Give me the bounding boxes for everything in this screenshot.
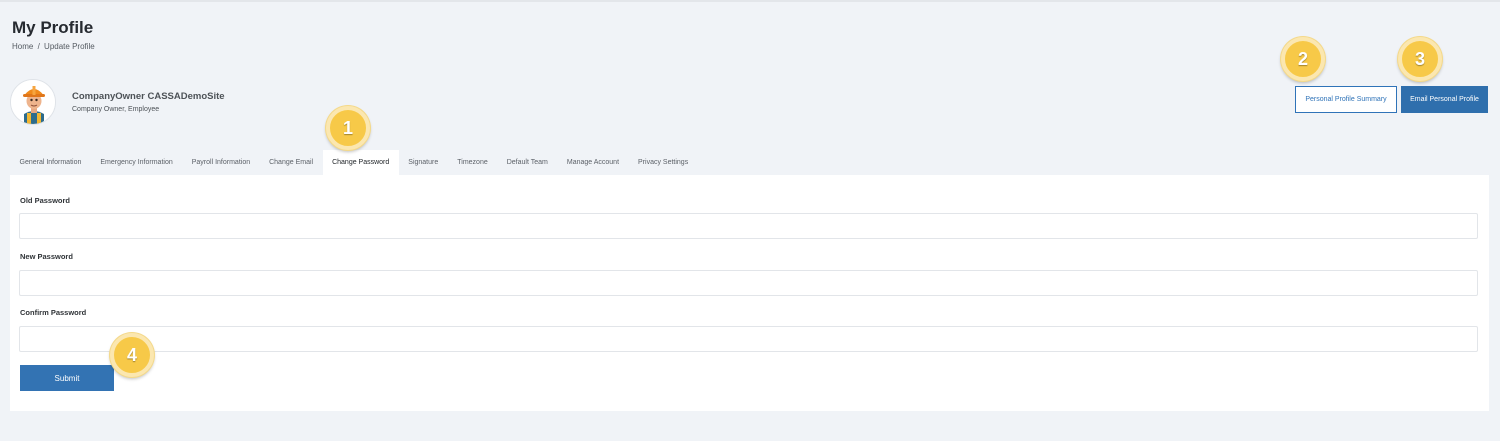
tab-default-team[interactable]: Default Team: [497, 150, 557, 175]
tab-change-email[interactable]: Change Email: [260, 150, 323, 175]
step-marker-2: 2: [1281, 37, 1325, 81]
change-password-panel: Old Password New Password Confirm Passwo…: [10, 175, 1489, 411]
submit-button[interactable]: Submit: [20, 365, 114, 391]
top-divider: [0, 0, 1500, 2]
step-marker-4: 4: [110, 333, 154, 377]
personal-profile-summary-button[interactable]: Personal Profile Summary: [1295, 86, 1397, 113]
old-password-label: Old Password: [20, 196, 71, 205]
new-password-label: New Password: [20, 252, 73, 261]
tab-manage-account[interactable]: Manage Account: [557, 150, 628, 175]
page-title: My Profile: [12, 18, 94, 37]
breadcrumb-home[interactable]: Home: [12, 42, 33, 51]
tab-timezone[interactable]: Timezone: [448, 150, 497, 175]
tab-emergency-information[interactable]: Emergency Information: [91, 150, 182, 175]
profile-name: CompanyOwner CASSADemoSite: [72, 91, 225, 102]
tab-privacy-settings[interactable]: Privacy Settings: [629, 150, 698, 175]
tab-general-information[interactable]: General Information: [10, 150, 91, 175]
confirm-password-label: Confirm Password: [20, 308, 87, 317]
breadcrumb: Home / Update Profile: [12, 42, 97, 51]
worker-avatar-icon: [10, 79, 56, 125]
profile-header: CompanyOwner CASSADemoSite Company Owner…: [10, 78, 225, 126]
breadcrumb-separator: /: [37, 42, 40, 51]
tab-change-password[interactable]: Change Password: [322, 150, 399, 175]
new-password-field[interactable]: [19, 270, 1478, 296]
email-personal-profile-button[interactable]: Email Personal Profile: [1401, 86, 1488, 113]
old-password-field[interactable]: [19, 213, 1478, 239]
tab-payroll-information[interactable]: Payroll Information: [182, 150, 259, 175]
step-marker-1: 1: [326, 106, 370, 150]
tab-signature[interactable]: Signature: [399, 150, 448, 175]
profile-roles: Company Owner, Employee: [72, 106, 160, 113]
breadcrumb-current: Update Profile: [44, 42, 95, 51]
step-marker-3: 3: [1398, 37, 1442, 81]
profile-tabs: General Information Emergency Informatio…: [10, 150, 698, 175]
confirm-password-field[interactable]: [19, 326, 1478, 352]
